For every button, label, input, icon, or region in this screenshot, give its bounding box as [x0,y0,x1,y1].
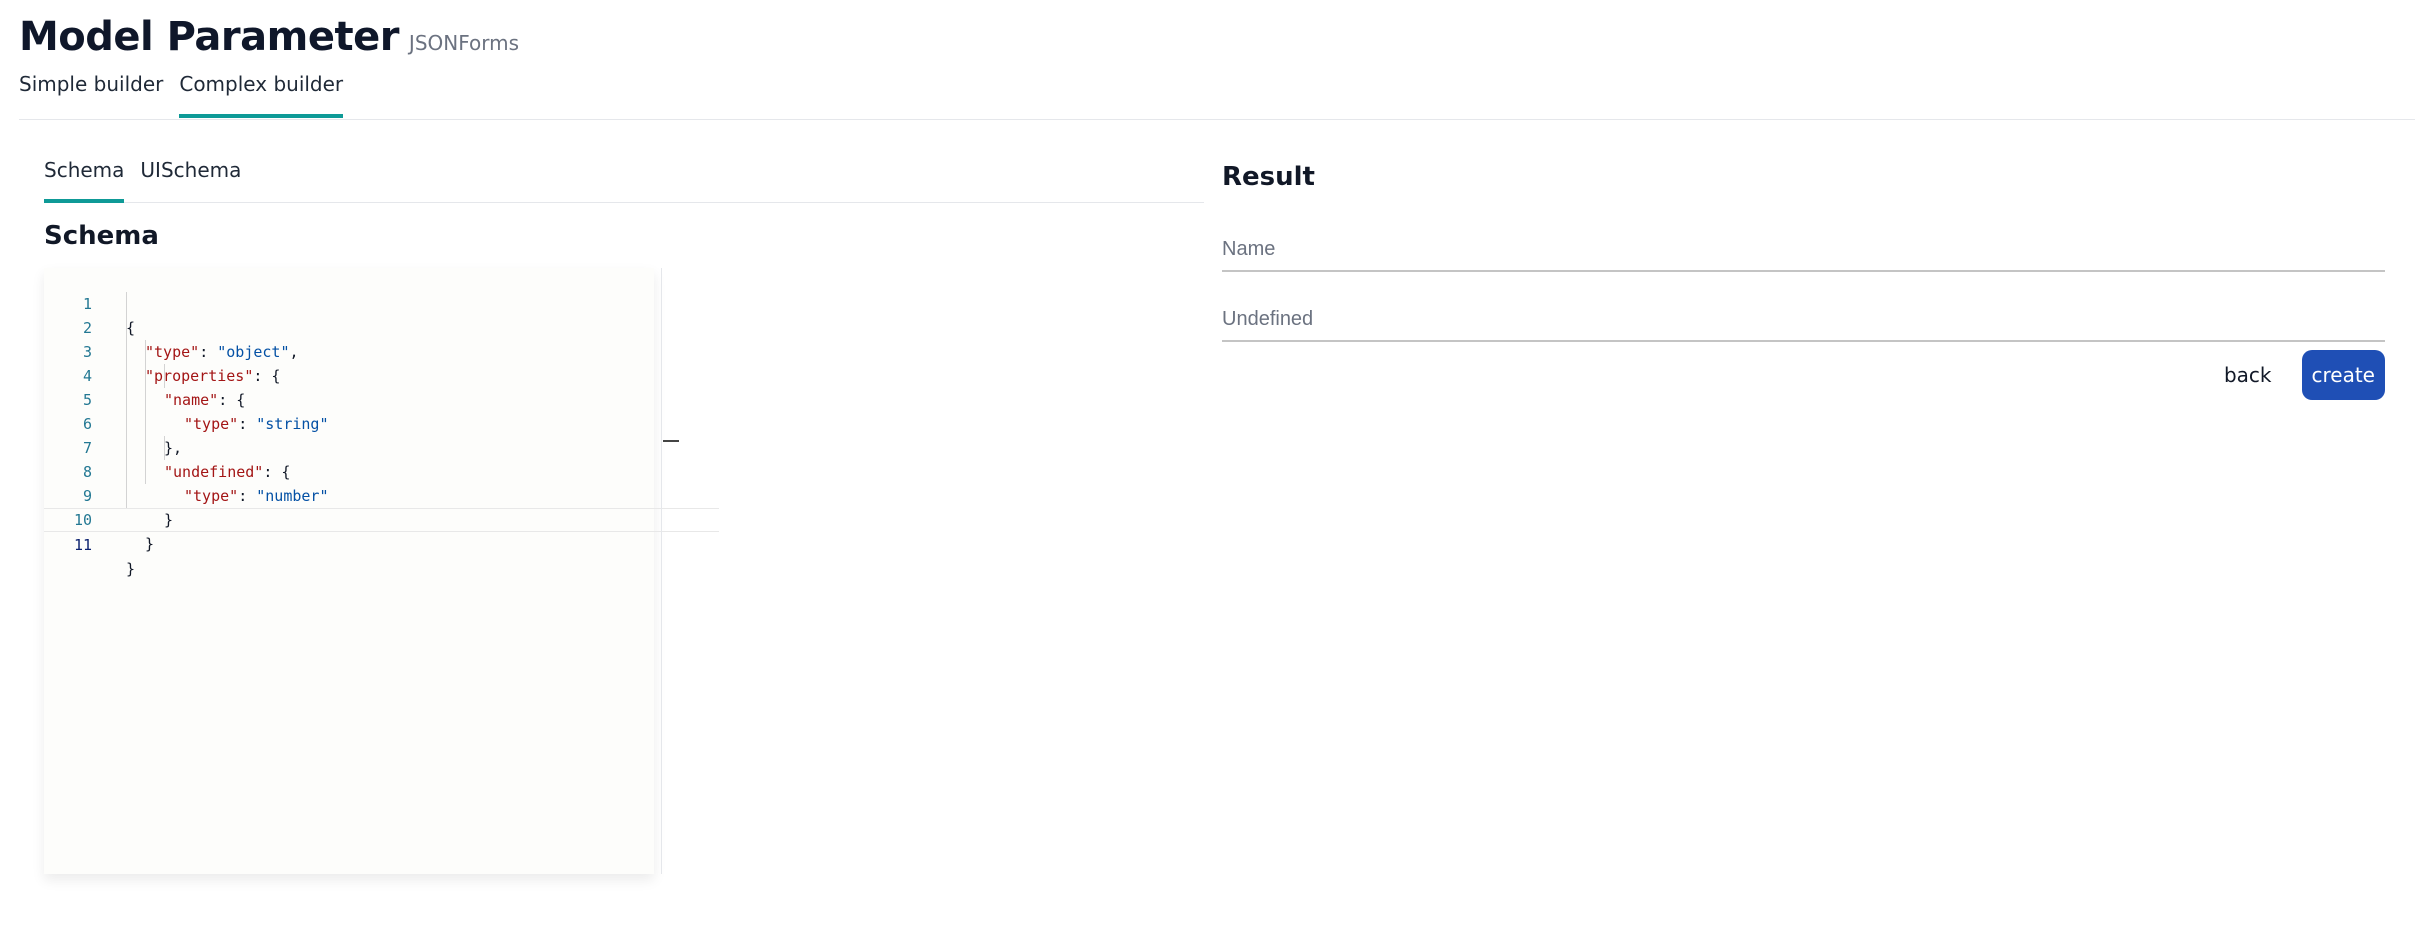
code-line: 7 "undefined": { [44,412,719,481]
result-panel: Result back create [1222,150,2385,400]
code-text: } [126,560,136,578]
name-input[interactable] [1222,230,2385,261]
name-field [1222,230,2385,272]
undefined-input[interactable] [1222,300,2385,331]
code-line: 8 "type": "number" [44,436,719,505]
page-subtitle: JSONForms [408,31,520,55]
undefined-field [1222,300,2385,342]
code-line: 5 "type": "string" [44,364,719,433]
code-text: } [145,535,155,553]
main-tabs: Simple builder Complex builder [19,72,359,118]
page-title: Model Parameter [19,14,399,60]
schema-panel: Schema UISchema Schema [44,150,1204,265]
schema-section-title: Schema [44,221,159,251]
back-button[interactable]: back [2204,351,2292,399]
editor-divider [661,268,662,874]
code-line-current: 11 } [44,508,719,578]
code-line: 1 { [44,268,719,337]
code-line: 6 }, [44,388,719,457]
tab-simple-builder[interactable]: Simple builder [19,72,163,118]
code-line: 4 "name": { [44,340,719,409]
form-actions: back create [1222,350,2385,400]
page-header: Model Parameter JSONForms [19,14,519,70]
code-line: 9 } [44,460,719,529]
overview-ruler-marker [663,440,679,442]
result-title: Result [1222,162,1315,192]
tab-uischema[interactable]: UISchema [140,150,241,202]
sub-tabs: Schema UISchema [44,150,1204,203]
code-line: 3 "properties": { [44,316,719,385]
tab-schema[interactable]: Schema [44,150,125,203]
tab-complex-builder[interactable]: Complex builder [179,72,343,118]
schema-code-editor[interactable]: 1 { 2 "type": "object", 3 "properties": … [44,268,719,874]
line-number: 11 [73,536,92,554]
main-divider [19,119,2415,120]
code-line: 2 "type": "object", [44,292,719,361]
code-line: 10 } [44,484,719,553]
create-button[interactable]: create [2301,350,2385,400]
